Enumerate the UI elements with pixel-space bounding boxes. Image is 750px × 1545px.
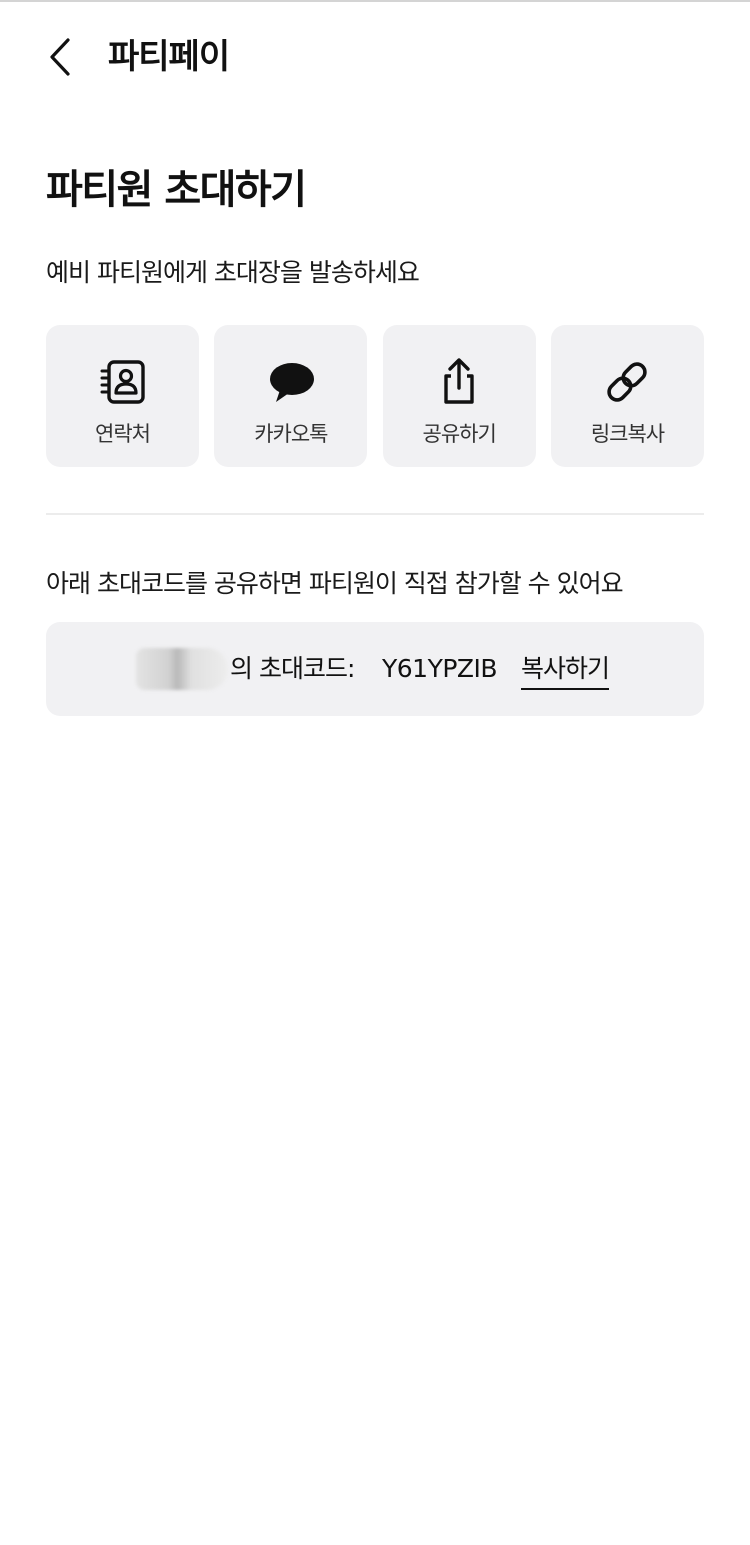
section-divider [46, 513, 704, 515]
header-title: 파티페이 [108, 37, 230, 77]
share-options: 연락처 카카오톡 공유하기 링크복사 [46, 325, 704, 467]
page-subtitle: 예비 파티원에게 초대장을 발송하세요 [46, 258, 420, 287]
page-title: 파티원 초대하기 [46, 167, 307, 213]
share-native-label: 공유하기 [422, 422, 497, 446]
invite-code-box: 의 초대코드: Y61YPZIB 복사하기 [46, 622, 704, 716]
share-native-button[interactable]: 공유하기 [382, 325, 536, 467]
blurred-username [136, 648, 228, 690]
share-icon [434, 357, 484, 407]
kakaotalk-icon [266, 357, 316, 407]
top-border [0, 0, 750, 2]
invite-code-description: 아래 초대코드를 공유하면 파티원이 직접 참가할 수 있어요 [46, 569, 624, 598]
link-icon [602, 357, 652, 407]
share-kakaotalk-label: 카카오톡 [254, 422, 328, 446]
invite-code-value: Y61YPZIB [382, 654, 498, 683]
contact-book-icon [98, 357, 148, 407]
copy-link-label: 링크복사 [590, 422, 665, 446]
chevron-left-icon [50, 38, 70, 76]
copy-code-button[interactable]: 복사하기 [521, 652, 610, 690]
invite-code-label: 의 초대코드: [230, 654, 355, 683]
invite-screen: 파티페이 파티원 초대하기 예비 파티원에게 초대장을 발송하세요 연락처 카카… [0, 0, 750, 1545]
app-header: 파티페이 [0, 22, 750, 92]
share-contacts-label: 연락처 [95, 422, 151, 446]
share-kakaotalk-button[interactable]: 카카오톡 [214, 325, 368, 467]
back-button[interactable] [38, 32, 82, 82]
copy-link-button[interactable]: 링크복사 [550, 325, 704, 467]
share-contacts-button[interactable]: 연락처 [46, 325, 199, 467]
